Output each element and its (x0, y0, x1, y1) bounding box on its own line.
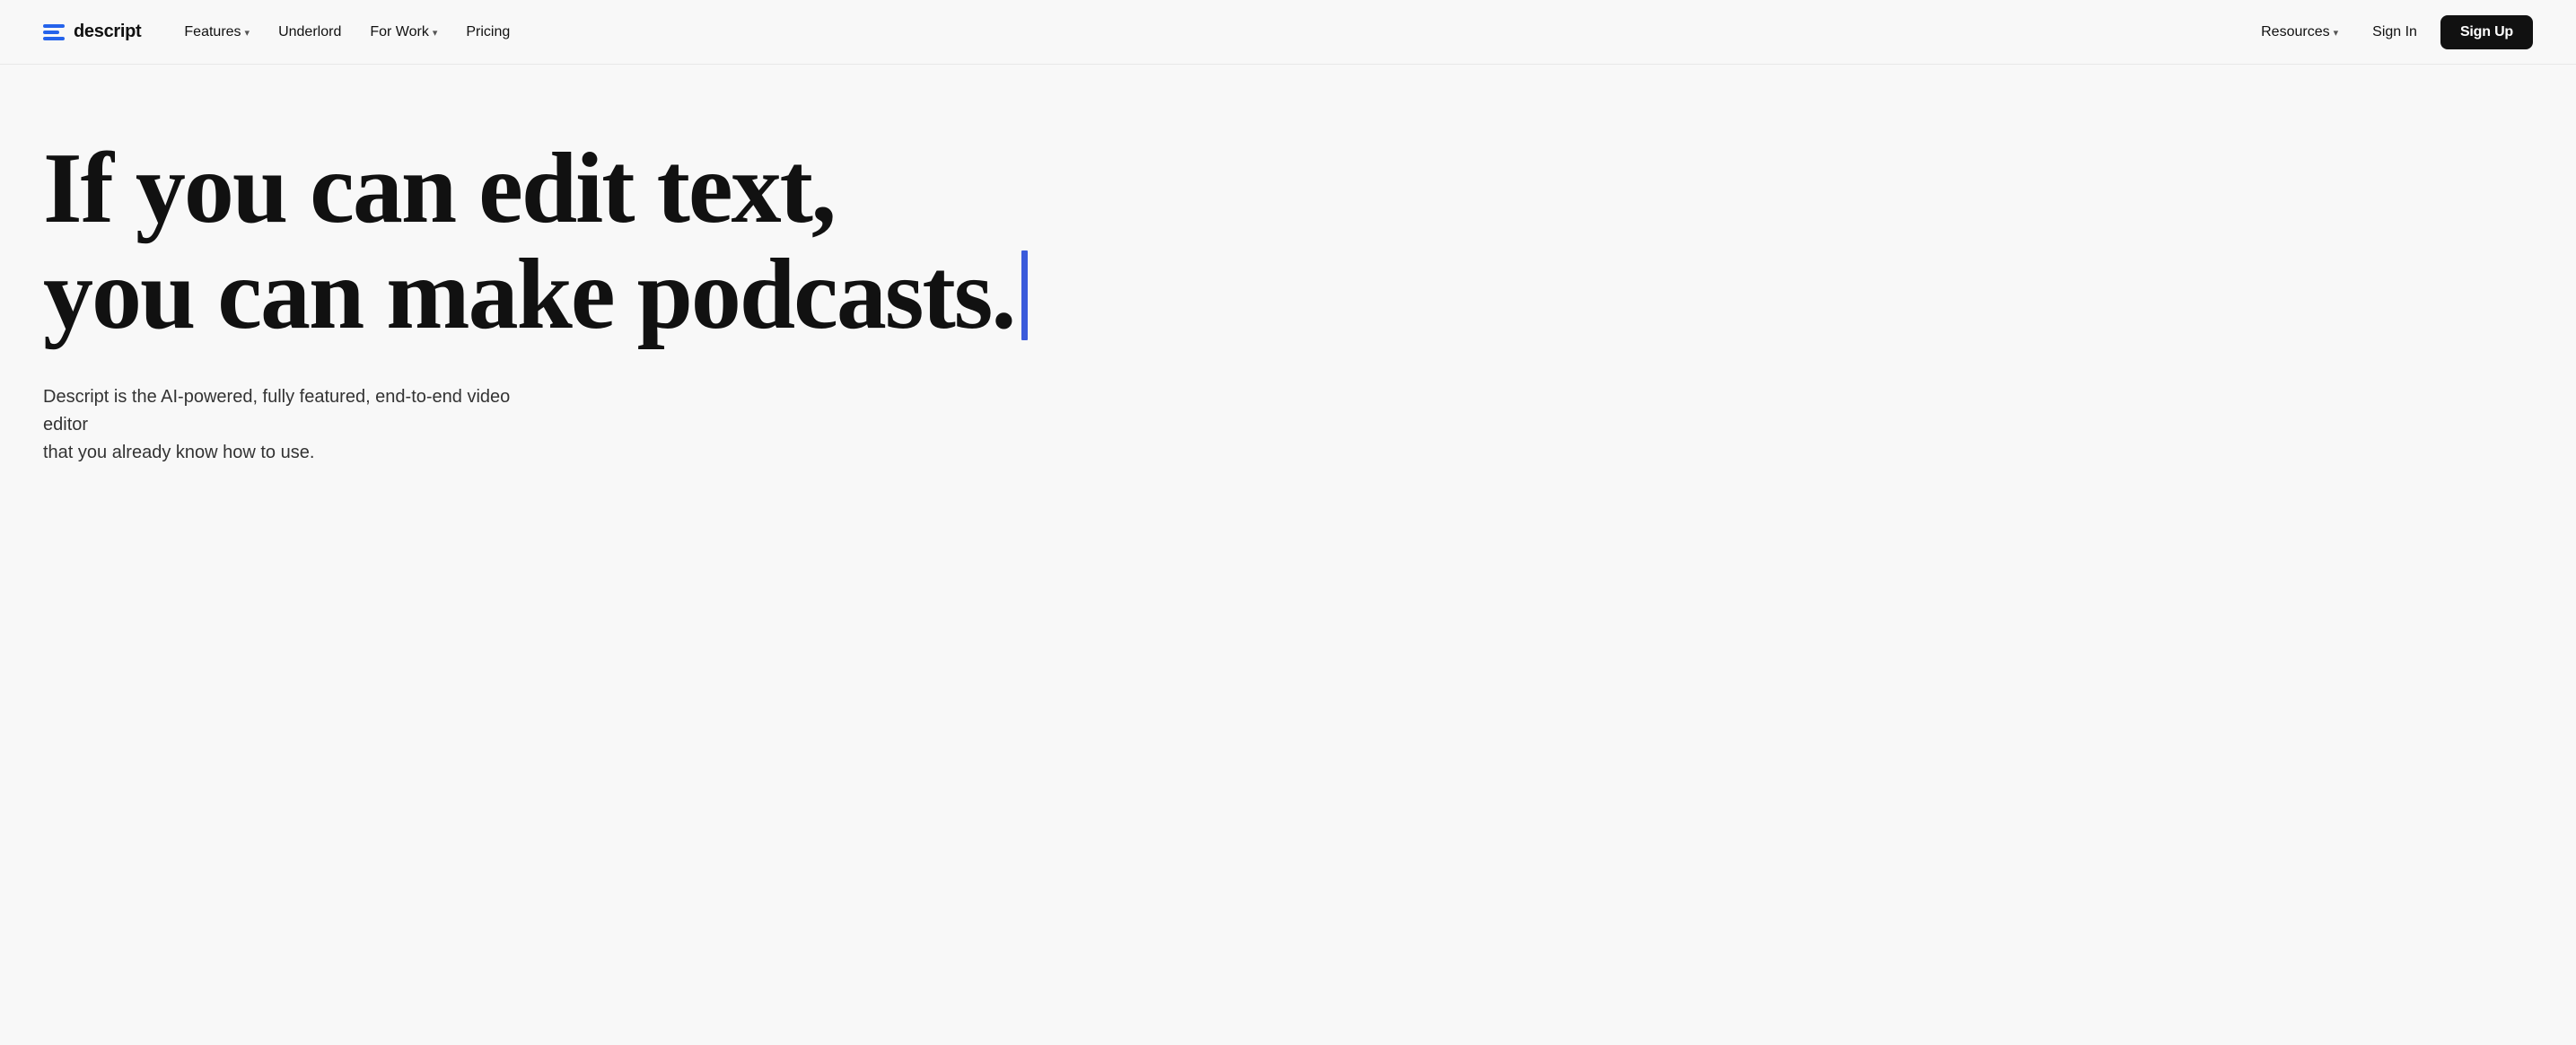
nav-label-underlord: Underlord (278, 24, 341, 40)
chevron-down-icon-work: ▾ (433, 27, 438, 39)
nav-item-resources[interactable]: Resources ▾ (2250, 17, 2349, 48)
nav-item-pricing[interactable]: Pricing (455, 17, 521, 48)
hero-section: If you can edit text, you can make podca… (0, 65, 1257, 521)
nav-label-resources: Resources (2261, 24, 2329, 40)
headline-line-1: If you can edit text, (43, 136, 1214, 242)
text-cursor-icon (1021, 250, 1028, 340)
hero-subtext-line1: Descript is the AI-powered, fully featur… (43, 387, 510, 435)
chevron-down-icon-resources: ▾ (2334, 27, 2339, 39)
chevron-down-icon: ▾ (245, 27, 250, 39)
nav-item-underlord[interactable]: Underlord (267, 17, 352, 48)
nav-label-for-work: For Work (370, 24, 428, 40)
nav-label-features: Features (184, 24, 241, 40)
headline-line-2: you can make podcasts. (43, 242, 1214, 348)
headline-text-line-2: you can make podcasts. (43, 242, 1014, 348)
sign-in-button[interactable]: Sign In (2356, 16, 2433, 48)
nav-items: Features ▾ Underlord For Work ▾ Pricing (173, 17, 521, 48)
nav-item-for-work[interactable]: For Work ▾ (359, 17, 448, 48)
main-nav: descript Features ▾ Underlord For Work ▾… (0, 0, 2576, 65)
nav-left: descript Features ▾ Underlord For Work ▾… (43, 17, 521, 48)
nav-right: Resources ▾ Sign In Sign Up (2250, 15, 2533, 49)
logo-icon (43, 24, 65, 40)
hero-subtext: Descript is the AI-powered, fully featur… (43, 383, 546, 467)
sign-up-button[interactable]: Sign Up (2440, 15, 2533, 49)
hero-headline: If you can edit text, you can make podca… (43, 136, 1214, 347)
nav-label-pricing: Pricing (466, 24, 510, 40)
logo-text: descript (74, 22, 141, 42)
hero-subtext-line2: that you already know how to use. (43, 443, 314, 462)
nav-item-features[interactable]: Features ▾ (173, 17, 260, 48)
logo[interactable]: descript (43, 22, 141, 42)
